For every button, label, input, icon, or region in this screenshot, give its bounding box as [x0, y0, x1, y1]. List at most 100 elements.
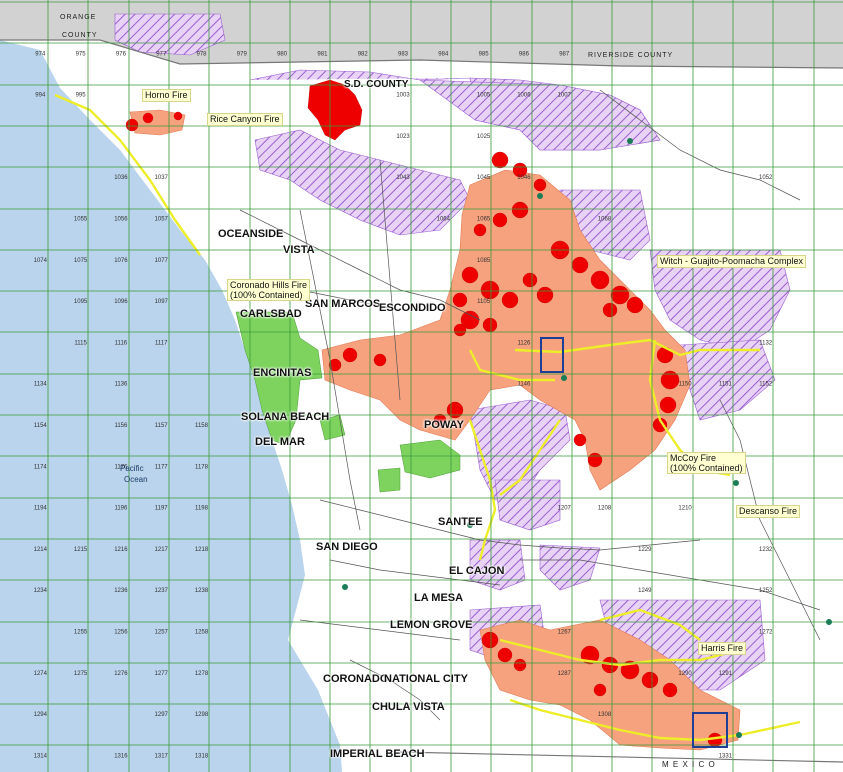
grid-sheet-label: 1272	[759, 630, 773, 636]
grid-sheet-label: 981	[317, 51, 328, 57]
grid-sheet-label: 977	[156, 51, 167, 57]
grid-sheet-label: 1085	[477, 258, 491, 264]
grid-sheet-label: 1065	[477, 217, 491, 223]
grid-sheet-label: 1297	[155, 712, 169, 718]
grid-sheet-label: 1115	[74, 340, 87, 346]
ocean-label-2: Ocean	[124, 475, 148, 484]
grid-sheet-label: 1150	[679, 382, 693, 388]
city-poway: POWAY	[424, 419, 464, 431]
grid-sheet-label: 1025	[477, 134, 491, 140]
grid-sheet-label: 1077	[155, 258, 169, 264]
grid-sheet-label: 1218	[195, 547, 209, 553]
grid-sheet-label: 983	[398, 51, 409, 57]
grid-sheet-label: 1057	[155, 217, 169, 223]
grid-sheet-label: 1194	[34, 506, 48, 512]
county-label-sd: S.D. COUNTY	[344, 79, 409, 90]
grid-sheet-label: 982	[358, 51, 369, 57]
city-carlsbad: CARLSBAD	[240, 308, 302, 320]
map-canvas: 974 975 976 977 978 979 980 981 982 983 984 985 986 9…	[0, 0, 843, 772]
grid-sheet-label: 1158	[195, 423, 209, 429]
grid-sheet-label: 1210	[678, 506, 692, 512]
grid-sheet-label: 985	[479, 51, 490, 57]
grid-sheet-label: 1075	[74, 258, 88, 264]
fire-label-coronado-hills: Coronado Hills Fire (100% Contained)	[227, 279, 311, 301]
grid-sheet-label: 1232	[759, 547, 773, 553]
fire-label-coronado-hills-line1: Coronado Hills Fire	[230, 280, 308, 290]
grid-sheet-label: 1277	[155, 671, 169, 677]
grid-sheet-label: 1252	[759, 588, 773, 594]
grid-sheet-label: 1177	[155, 464, 169, 470]
grid-sheet-label: 975	[76, 51, 87, 57]
grid-sheet-label: 1003	[396, 93, 410, 99]
grid-sheet-label: 976	[116, 51, 127, 57]
grid-sheet-label: 1154	[34, 423, 48, 429]
grid-sheet-label: 1097	[155, 299, 169, 305]
fire-label-harris: Harris Fire	[698, 642, 746, 655]
fire-label-mccoy-line2: (100% Contained)	[670, 463, 743, 473]
grid-sheet-label: 974	[35, 51, 46, 57]
grid-sheet-label: 1287	[558, 671, 572, 677]
city-coronado: CORONADO	[323, 673, 389, 685]
fire-label-descanso: Descanso Fire	[736, 505, 801, 518]
fire-label-coronado-hills-line2: (100% Contained)	[230, 290, 303, 300]
grid-sheet-label: 1275	[74, 671, 88, 677]
grid-sheet-label: 1238	[195, 588, 209, 594]
city-del-mar: DEL MAR	[255, 436, 305, 448]
grid-sheet-label: 1249	[638, 588, 652, 594]
fire-map: 974 975 976 977 978 979 980 981 982 983 984 985 986 9…	[0, 0, 843, 772]
city-santee: SANTEE	[438, 516, 483, 528]
grid-sheet-label: 984	[438, 51, 449, 57]
fire-label-horno: Horno Fire	[142, 89, 191, 102]
grid-sheet-label: 1314	[34, 753, 48, 759]
grid-sheet-label: 1174	[34, 464, 48, 470]
grid-sheet-label: 1157	[155, 423, 169, 429]
grid-sheet-label: 1132	[759, 340, 773, 346]
grid-sheet-label: 1291	[719, 671, 733, 677]
city-vista: VISTA	[283, 244, 315, 256]
county-label-orange-2: COUNTY	[62, 32, 98, 39]
fire-label-mccoy-line1: McCoy Fire	[670, 453, 717, 463]
grid-sheet-label: 1318	[195, 753, 209, 759]
grid-sheet-label: 1037	[155, 175, 169, 181]
ocean-label: Pacific	[120, 464, 144, 473]
city-la-mesa: LA MESA	[414, 592, 464, 604]
grid-sheet-label: 1095	[74, 299, 88, 305]
city-oceanside: OCEANSIDE	[218, 228, 284, 240]
grid-sheet-label: 1278	[195, 671, 209, 677]
grid-sheet-label: 1076	[114, 258, 128, 264]
grid-sheet-label: 1005	[477, 93, 491, 99]
grid-sheet-label: 1229	[638, 547, 652, 553]
grid-sheet-label: 995	[76, 93, 87, 99]
city-lemon-grove: LEMON GROVE	[390, 619, 473, 631]
county-label-orange: ORANGE	[60, 14, 97, 21]
fire-label-mccoy: McCoy Fire (100% Contained)	[667, 452, 746, 474]
grid-sheet-label: 1007	[558, 93, 572, 99]
city-el-cajon: EL CAJON	[449, 565, 505, 577]
grid-sheet-label: 1234	[34, 588, 48, 594]
city-encinitas: ENCINITAS	[253, 367, 312, 379]
grid-sheet-label: 1023	[396, 134, 410, 140]
grid-sheet-label: 1298	[195, 712, 209, 718]
grid-sheet-label: 1156	[114, 423, 128, 429]
grid-sheet-label: 1126	[517, 340, 531, 346]
grid-sheet-label: 1267	[558, 630, 572, 636]
grid-sheet-label: 1064	[437, 217, 451, 223]
grid-sheet-label: 1317	[155, 753, 169, 759]
grid-sheet-label: 1236	[114, 588, 128, 594]
grid-sheet-label: 1056	[114, 217, 128, 223]
grid-sheet-label: 1151	[719, 382, 733, 388]
grid-sheet-label: 1316	[114, 753, 128, 759]
grid-sheet-label: 1207	[558, 506, 572, 512]
grid-sheet-label: 1255	[74, 630, 88, 636]
county-label-riverside: RIVERSIDE COUNTY	[588, 52, 674, 59]
grid-sheet-label: 1045	[477, 175, 491, 181]
grid-sheet-label: 1074	[34, 258, 48, 264]
grid-sheet-label: 1215	[74, 547, 88, 553]
grid-sheet-label: 1105	[477, 299, 491, 305]
grid-sheet-label: 1276	[114, 671, 128, 677]
grid-sheet-label: 1294	[34, 712, 48, 718]
city-escondido: ESCONDIDO	[379, 302, 446, 314]
grid-sheet-label: 1217	[155, 547, 169, 553]
grid-sheet-label: 1136	[114, 382, 128, 388]
grid-sheet-label: 1146	[517, 382, 531, 388]
